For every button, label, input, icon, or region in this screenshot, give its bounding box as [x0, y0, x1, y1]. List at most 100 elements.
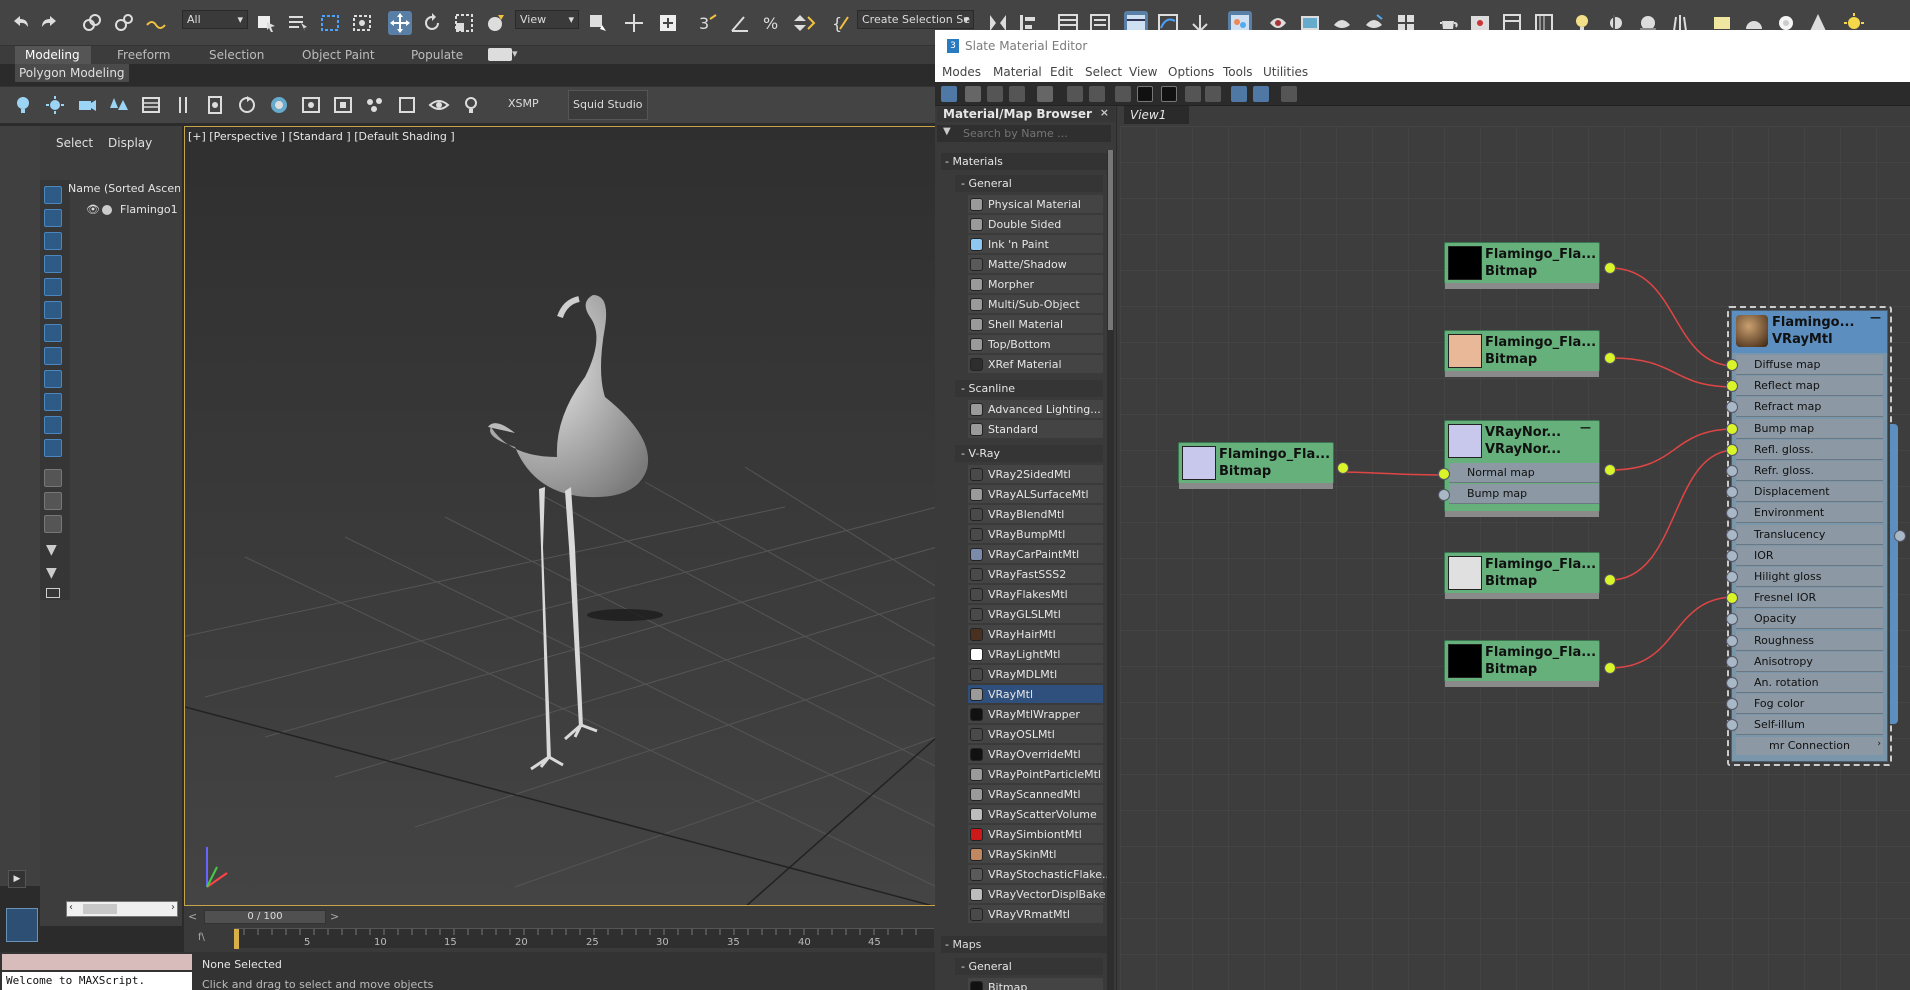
- filter-groups-icon[interactable]: [44, 324, 62, 342]
- bitmap-node[interactable]: Flamingo_Fla... Bitmap: [1444, 242, 1600, 289]
- timeline-track[interactable]: 5 10 15 20 25 30 35 40 45: [234, 928, 934, 949]
- material-slot[interactable]: An. rotation: [1736, 673, 1883, 693]
- output-port[interactable]: [1604, 574, 1616, 586]
- show-map-icon[interactable]: [1115, 86, 1131, 102]
- browser-item[interactable]: VRayOverrideMtl: [968, 745, 1103, 764]
- material-slot[interactable]: IOR: [1736, 545, 1883, 566]
- browser-item[interactable]: Top/Bottom: [968, 335, 1103, 354]
- filter-lights-icon[interactable]: [44, 232, 62, 250]
- place-icon[interactable]: [484, 11, 508, 35]
- browser-item[interactable]: Ink 'n Paint: [968, 235, 1103, 254]
- scale-icon[interactable]: [452, 11, 476, 35]
- keyboard-shortcut-icon[interactable]: [656, 11, 680, 35]
- menu-modes[interactable]: Modes: [942, 65, 981, 79]
- material-slot[interactable]: Reflect map: [1736, 376, 1883, 397]
- viewport-label[interactable]: [+] [Perspective ] [Standard ] [Default …: [188, 130, 455, 143]
- browser-item[interactable]: Shell Material: [968, 315, 1103, 334]
- filter-containers-icon[interactable]: [44, 393, 62, 411]
- input-port[interactable]: [1726, 634, 1738, 647]
- collapse-icon[interactable]: —: [1870, 311, 1881, 324]
- input-port[interactable]: [1726, 443, 1738, 456]
- selection-filter-dropdown[interactable]: All ▾: [182, 10, 248, 29]
- material-slot[interactable]: Environment: [1736, 503, 1883, 524]
- assign-material-icon[interactable]: [1009, 86, 1025, 102]
- input-port[interactable]: [1726, 571, 1738, 583]
- browser-item[interactable]: VRayVectorDisplBake: [968, 885, 1106, 904]
- browser-item[interactable]: VRay2SidedMtl: [968, 465, 1103, 484]
- filter-bones-icon[interactable]: [44, 370, 62, 388]
- filter-icon[interactable]: ▼: [46, 565, 57, 581]
- filter-cameras-icon[interactable]: [44, 255, 62, 273]
- material-slot[interactable]: Fog color: [1736, 694, 1883, 715]
- frame-icon[interactable]: [332, 94, 354, 116]
- browser-item[interactable]: XRef Material: [968, 355, 1103, 374]
- light-bulb-icon[interactable]: [12, 94, 34, 116]
- close-icon[interactable]: ×: [1100, 106, 1109, 119]
- eye-visibility-icon[interactable]: 👁: [86, 203, 100, 216]
- select-object-icon[interactable]: [254, 11, 278, 35]
- browser-item[interactable]: VRayScannedMtl: [968, 785, 1103, 804]
- sphere-object-icon[interactable]: [268, 94, 290, 116]
- browser-item[interactable]: VRayMtl: [968, 685, 1103, 704]
- slate-title-bar[interactable]: 3 Slate Material Editor: [935, 30, 1910, 62]
- browser-item[interactable]: VRayALSurfaceMtl: [968, 485, 1103, 504]
- timeline-next-icon[interactable]: >: [330, 910, 344, 924]
- menu-options[interactable]: Options: [1168, 65, 1214, 79]
- tab-freeform[interactable]: Freeform: [107, 46, 180, 64]
- select-by-name-icon[interactable]: [286, 11, 310, 35]
- material-slot[interactable]: Self-illum: [1736, 715, 1883, 736]
- material-map-browser-icon[interactable]: [1231, 86, 1247, 102]
- bitmap-node[interactable]: Flamingo_Fla... Bitmap: [1178, 442, 1334, 489]
- percent-snap-icon[interactable]: %: [760, 11, 784, 35]
- filter-invert-icon[interactable]: [44, 515, 62, 533]
- browser-item[interactable]: Advanced Lighting...: [968, 400, 1103, 419]
- browser-group-header[interactable]: - General: [955, 958, 1103, 975]
- sun-light-icon[interactable]: [44, 94, 66, 116]
- browser-item[interactable]: VRaySimbiontMtl: [968, 825, 1103, 844]
- tab-modeling[interactable]: Modeling: [15, 46, 91, 64]
- browser-item[interactable]: VRayFlakesMtl: [968, 585, 1103, 604]
- maxscript-listener-top[interactable]: [2, 954, 192, 970]
- timeline-prev-icon[interactable]: <: [188, 910, 202, 924]
- input-port[interactable]: [1726, 677, 1738, 689]
- materials-section[interactable]: - Materials: [941, 153, 1107, 170]
- background-icon[interactable]: [1137, 86, 1153, 102]
- explorer-column-header[interactable]: Name (Sorted Ascendi: [68, 182, 180, 195]
- eye-icon[interactable]: [428, 94, 450, 116]
- bitmap-node[interactable]: Flamingo_Fla... Bitmap: [1444, 330, 1600, 377]
- browser-group-header[interactable]: - V-Ray: [955, 445, 1103, 462]
- select-manipulate-icon[interactable]: [622, 11, 646, 35]
- menu-edit[interactable]: Edit: [1050, 65, 1073, 79]
- material-slot[interactable]: Refr. gloss.: [1736, 461, 1883, 481]
- ribbon-options-icon[interactable]: [488, 48, 512, 61]
- browser-item[interactable]: VRayLightMtl: [968, 645, 1103, 664]
- unlink-icon[interactable]: [112, 11, 136, 35]
- browser-scroll-thumb[interactable]: [1108, 150, 1113, 330]
- output-port[interactable]: [1604, 352, 1616, 364]
- collapse-icon[interactable]: —: [1580, 421, 1591, 434]
- bitmap-node[interactable]: Flamingo_Fla... Bitmap: [1444, 640, 1600, 687]
- vraymtl-header[interactable]: Flamingo... VRayMtl —: [1732, 311, 1887, 353]
- browser-item[interactable]: VRayBumpMtl: [968, 525, 1103, 544]
- spinner-snap-icon[interactable]: [792, 11, 816, 35]
- link-icon[interactable]: [80, 11, 104, 35]
- filter-shapes-icon[interactable]: [44, 209, 62, 227]
- expand-panel-icon[interactable]: ▶: [8, 870, 26, 888]
- view-tab[interactable]: View1: [1124, 106, 1189, 124]
- output-port[interactable]: [1604, 464, 1616, 476]
- camera-light-icon[interactable]: [76, 94, 98, 116]
- curve-toggle-icon[interactable]: f\: [198, 932, 214, 946]
- container-icon[interactable]: [46, 588, 60, 598]
- viewport-layout-icon[interactable]: [6, 908, 38, 942]
- menu-tools[interactable]: Tools: [1223, 65, 1253, 79]
- filter-helpers-icon[interactable]: [44, 278, 62, 296]
- menu-select[interactable]: Select: [1085, 65, 1122, 79]
- menu-utilities[interactable]: Utilities: [1263, 65, 1308, 79]
- show-end-result-icon[interactable]: [1161, 86, 1177, 102]
- browser-item[interactable]: VRayHairMtl: [968, 625, 1103, 644]
- input-port[interactable]: [1438, 489, 1450, 501]
- tab-object-paint[interactable]: Object Paint: [292, 46, 385, 64]
- input-port[interactable]: [1726, 359, 1738, 371]
- move-children-icon[interactable]: [1067, 86, 1083, 102]
- input-port[interactable]: [1726, 422, 1738, 435]
